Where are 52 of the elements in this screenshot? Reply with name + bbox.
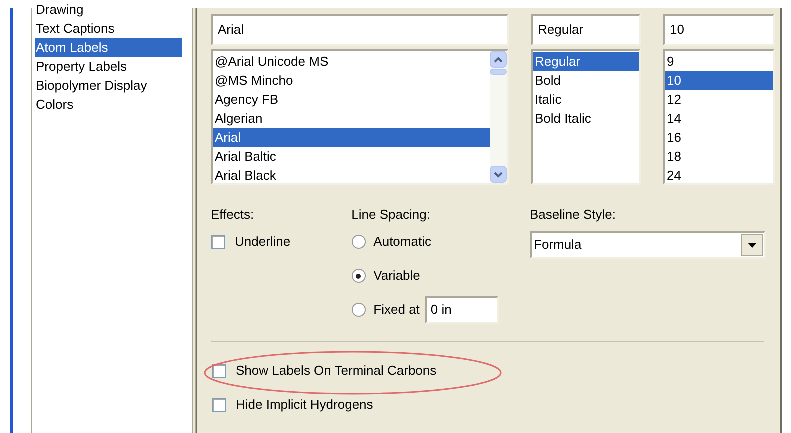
sidebar-item[interactable]: Biopolymer Display: [35, 76, 182, 95]
radio-label: Fixed at: [374, 301, 420, 320]
scrollbar[interactable]: [490, 51, 507, 183]
checkbox-label: Hide Implicit Hydrogens: [236, 396, 374, 414]
list-item[interactable]: Bold Italic: [533, 109, 639, 128]
list-item[interactable]: Algerian: [213, 109, 490, 128]
down-caret-icon: [494, 172, 503, 178]
checkbox[interactable]: [212, 364, 226, 378]
sidebar-item[interactable]: Colors: [35, 95, 182, 114]
down-triangle-icon: [748, 242, 756, 248]
checkbox-label: Show Labels On Terminal Carbons: [236, 362, 437, 380]
scroll-down-button[interactable]: [490, 166, 507, 183]
checkbox[interactable]: [212, 398, 226, 412]
scroll-thumb[interactable]: [490, 69, 507, 75]
list-item[interactable]: 14: [665, 109, 773, 128]
list-item[interactable]: 16: [665, 128, 773, 147]
sidebar-item[interactable]: Atom Labels: [35, 38, 182, 57]
list-item[interactable]: @MS Mincho: [213, 71, 490, 90]
radio-label: Variable: [374, 267, 420, 286]
list-item[interactable]: Arial Baltic: [213, 147, 490, 166]
text-field[interactable]: Regular: [531, 14, 641, 46]
list-item[interactable]: Arial: [213, 128, 490, 147]
sidebar-item[interactable]: Property Labels: [35, 57, 182, 76]
baseline-style-label: Baseline Style:: [530, 206, 617, 224]
checkbox[interactable]: [211, 235, 225, 249]
list-item[interactable]: Regular: [533, 52, 639, 71]
radio-label: Automatic: [374, 233, 432, 252]
sidebar-item[interactable]: Drawing: [35, 0, 182, 19]
radio-button[interactable]: [352, 269, 366, 283]
list-item[interactable]: Italic: [533, 90, 639, 109]
sidebar-item[interactable]: Text Captions: [35, 19, 182, 38]
list-item[interactable]: Bold: [533, 71, 639, 90]
list-item[interactable]: Agency FB: [213, 90, 490, 109]
list-item[interactable]: 12: [665, 90, 773, 109]
list-item[interactable]: 18: [665, 147, 773, 166]
list-item[interactable]: 10: [665, 71, 773, 90]
baseline-style-dropdown[interactable]: Formula: [530, 231, 766, 259]
text-field[interactable]: 10: [663, 14, 775, 46]
list-item[interactable]: 24: [665, 166, 773, 185]
up-caret-icon: [494, 56, 503, 62]
checkbox-label: Underline: [235, 233, 291, 252]
dropdown-arrow-button[interactable]: [741, 234, 763, 256]
radio-button[interactable]: [352, 303, 366, 317]
fixed-spacing-field[interactable]: 0 in: [424, 296, 499, 324]
list-item[interactable]: Arial Black: [213, 166, 490, 185]
radio-button[interactable]: [352, 235, 366, 249]
effects-label: Effects:: [211, 206, 256, 224]
list-item[interactable]: 9: [665, 52, 773, 71]
text-field[interactable]: Arial: [211, 14, 509, 46]
scroll-up-button[interactable]: [490, 51, 507, 68]
line-spacing-label: Line Spacing:: [352, 206, 432, 224]
list-item[interactable]: @Arial Unicode MS: [213, 52, 490, 71]
